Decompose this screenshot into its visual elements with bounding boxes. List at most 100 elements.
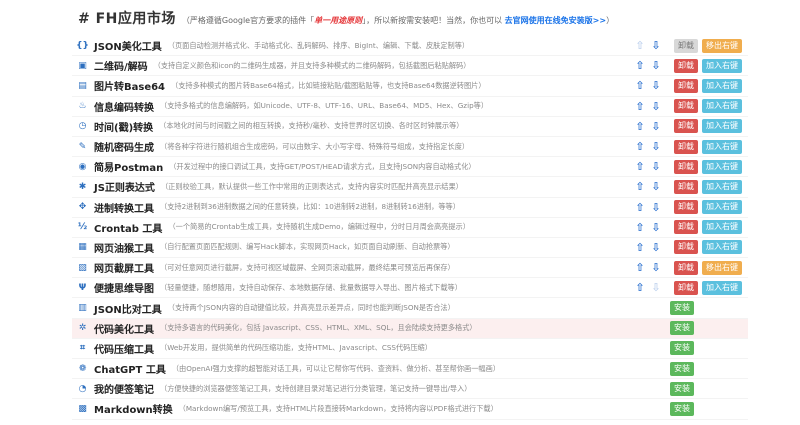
tool-icon: ▧ (78, 262, 87, 273)
move-up-icon[interactable]: ⇧ (634, 59, 646, 72)
uninstall-button[interactable]: 卸载 (674, 179, 698, 194)
add-context-menu-button[interactable]: 加入右键 (702, 119, 742, 134)
page-title: # FH应用市场 (78, 11, 176, 27)
move-up-icon[interactable]: ⇧ (634, 160, 646, 173)
tool-name[interactable]: 简易Postman (94, 159, 163, 174)
tool-name[interactable]: 我的便签笔记 (94, 381, 154, 396)
tool-description: （页面自动检测并格式化、手动格式化、乱码解码、排序、BigInt、编辑、下载、皮… (167, 40, 470, 50)
tool-name[interactable]: JS正则表达式 (94, 179, 155, 194)
install-button[interactable]: 安装 (670, 361, 694, 376)
move-up-icon[interactable]: ⇧ (634, 221, 646, 234)
move-down-icon[interactable]: ⇩ (650, 241, 662, 254)
move-down-icon[interactable]: ⇩ (650, 281, 662, 294)
move-up-icon[interactable]: ⇧ (634, 100, 646, 113)
uninstall-button[interactable]: 卸载 (674, 99, 698, 114)
tool-name[interactable]: 时间(戳)转换 (94, 119, 153, 134)
move-down-icon[interactable]: ⇩ (650, 261, 662, 274)
uninstall-button[interactable]: 卸载 (674, 38, 698, 53)
uninstall-button[interactable]: 卸载 (674, 159, 698, 174)
uninstall-button[interactable]: 卸载 (674, 240, 698, 255)
tool-name[interactable]: 进制转换工具 (94, 200, 154, 215)
move-up-icon[interactable]: ⇧ (634, 79, 646, 92)
tool-row: ▧ 网页截屏工具 （可对任意网页进行截屏，支持可视区域截屏、全网页滚动截屏，最终结果… (72, 258, 748, 279)
tool-icon: ▩ (78, 403, 87, 414)
install-button[interactable]: 安装 (670, 401, 694, 416)
tool-name[interactable]: 随机密码生成 (94, 139, 154, 154)
tool-description: （开发过程中的接口调试工具，支持GET/POST/HEAD请求方式，且支持JSO… (169, 161, 476, 171)
uninstall-button[interactable]: 卸载 (674, 280, 698, 295)
tool-name[interactable]: 网页油猴工具 (94, 240, 154, 255)
tool-name[interactable]: ChatGPT 工具 (94, 361, 166, 376)
uninstall-button[interactable]: 卸载 (674, 58, 698, 73)
tool-name[interactable]: Crontab 工具 (94, 220, 162, 235)
tool-description: （支持多语言的代码美化，包括 Javascript、CSS、HTML、XML、S… (160, 323, 477, 333)
tool-icon: {} (76, 40, 89, 51)
tool-name[interactable]: JSON美化工具 (94, 38, 162, 53)
uninstall-button[interactable]: 卸载 (674, 139, 698, 154)
tool-row: ✥ 进制转换工具 （支持2进制到36进制数据之间的任意转换，比如：10进制转2进制，… (72, 198, 748, 218)
tool-name[interactable]: 图片转Base64 (94, 78, 165, 93)
install-button[interactable]: 安装 (670, 301, 694, 316)
move-down-icon[interactable]: ⇩ (650, 140, 662, 153)
add-context-menu-button[interactable]: 加入右键 (702, 58, 742, 73)
move-down-icon[interactable]: ⇩ (650, 120, 662, 133)
install-button[interactable]: 安装 (670, 381, 694, 396)
tool-row: ✲ 代码美化工具 （支持多语言的代码美化，包括 Javascript、CSS、HTM… (72, 318, 748, 339)
remove-context-menu-button[interactable]: 移出右键 (702, 38, 742, 53)
move-up-icon[interactable]: ⇧ (634, 120, 646, 133)
add-context-menu-button[interactable]: 加入右键 (702, 220, 742, 235)
add-context-menu-button[interactable]: 加入右键 (702, 159, 742, 174)
add-context-menu-button[interactable]: 加入右键 (702, 78, 742, 93)
tool-name[interactable]: 便捷思维导图 (94, 280, 154, 295)
add-context-menu-button[interactable]: 加入右键 (702, 179, 742, 194)
tool-name[interactable]: Markdown转换 (94, 401, 173, 416)
tool-name[interactable]: 网页截屏工具 (94, 260, 154, 275)
move-down-icon[interactable]: ⇩ (650, 221, 662, 234)
tool-row: ◉ 简易Postman （开发过程中的接口调试工具，支持GET/POST/HEAD请… (72, 157, 748, 178)
header-note-a: （严格遵循Google官方要求的插件「 (181, 16, 315, 25)
tool-row: ✎ 随机密码生成 （将各种字符进行随机组合生成密码，可以由数字、大小写字母、特殊符号… (72, 137, 748, 158)
remove-context-menu-button[interactable]: 移出右键 (702, 260, 742, 275)
uninstall-button[interactable]: 卸载 (674, 260, 698, 275)
tool-name[interactable]: 信息编码转换 (94, 99, 154, 114)
tool-description: （轻量便捷，随想随用，支持自动保存、本地数据存储、批量数据导入导出、图片格式下载… (160, 282, 462, 292)
move-down-icon[interactable]: ⇩ (650, 160, 662, 173)
add-context-menu-button[interactable]: 加入右键 (702, 99, 742, 114)
install-button[interactable]: 安装 (670, 321, 694, 336)
tool-icon: ▣ (78, 60, 87, 71)
tool-name[interactable]: JSON比对工具 (94, 301, 162, 316)
online-version-link[interactable]: 去官网使用在线免安装版>> (505, 16, 606, 25)
add-context-menu-button[interactable]: 加入右键 (702, 200, 742, 215)
add-context-menu-button[interactable]: 加入右键 (702, 139, 742, 154)
uninstall-button[interactable]: 卸载 (674, 200, 698, 215)
tool-icon: ▥ (78, 303, 87, 314)
move-up-icon[interactable]: ⇧ (634, 180, 646, 193)
uninstall-button[interactable]: 卸载 (674, 119, 698, 134)
move-down-icon[interactable]: ⇩ (650, 39, 662, 52)
tool-description: （支持两个JSON内容的自动键值比较，并高亮显示差异点，同时也能判断JSON是否… (167, 303, 455, 313)
move-down-icon[interactable]: ⇩ (650, 59, 662, 72)
move-up-icon[interactable]: ⇧ (634, 39, 646, 52)
install-button[interactable]: 安装 (670, 341, 694, 356)
tool-row: Ψ 便捷思维导图 （轻量便捷，随想随用，支持自动保存、本地数据存储、批量数据导入导出… (72, 278, 748, 299)
move-down-icon[interactable]: ⇩ (650, 201, 662, 214)
tool-row: ▣ 二维码/解码 （支持自定义颜色和icon的二维码生成器，并且支持多种模式的二维码… (72, 56, 748, 77)
move-down-icon[interactable]: ⇩ (650, 180, 662, 193)
tool-name[interactable]: 二维码/解码 (94, 58, 148, 73)
tool-name[interactable]: 代码美化工具 (94, 321, 154, 336)
move-up-icon[interactable]: ⇧ (634, 201, 646, 214)
tool-actions: ⇧ ⇩ 卸载 加入右键 (634, 117, 742, 136)
move-up-icon[interactable]: ⇧ (634, 241, 646, 254)
uninstall-button[interactable]: 卸载 (674, 78, 698, 93)
tool-name[interactable]: 代码压缩工具 (94, 341, 154, 356)
move-up-icon[interactable]: ⇧ (634, 140, 646, 153)
move-up-icon[interactable]: ⇧ (634, 261, 646, 274)
move-up-icon[interactable]: ⇧ (634, 281, 646, 294)
add-context-menu-button[interactable]: 加入右键 (702, 240, 742, 255)
tool-description: （自行配置页面匹配规则、编写Hack脚本，实现网页Hack，如页面自动刷新、自动… (160, 242, 455, 252)
move-down-icon[interactable]: ⇩ (650, 100, 662, 113)
tool-icon: ✎ (78, 141, 87, 152)
move-down-icon[interactable]: ⇩ (650, 79, 662, 92)
add-context-menu-button[interactable]: 加入右键 (702, 280, 742, 295)
uninstall-button[interactable]: 卸载 (674, 220, 698, 235)
